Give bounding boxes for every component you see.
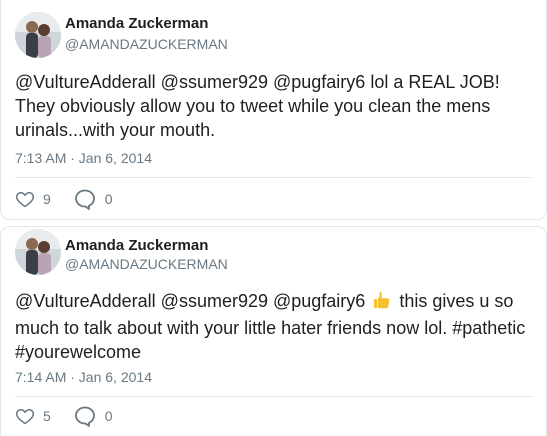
reply-button[interactable]: 0 [73, 404, 113, 428]
tweet-timestamp[interactable]: 7:14 AM · Jan 6, 2014 [15, 369, 152, 385]
heart-outline-icon [15, 189, 35, 209]
thumbs-up-icon [372, 290, 392, 316]
avatar[interactable] [15, 12, 61, 58]
author-name[interactable]: Amanda Zuckerman [65, 15, 208, 32]
reply-count: 0 [104, 191, 113, 207]
reply-button[interactable]: 0 [73, 187, 113, 211]
author-name[interactable]: Amanda Zuckerman [65, 237, 208, 254]
tweet-text-part: @VultureAdderall @ssumer929 @pugfairy6 [15, 291, 366, 311]
heart-outline-icon [15, 406, 35, 426]
divider [15, 396, 532, 397]
divider [15, 177, 532, 178]
tweet-card[interactable]: Amanda Zuckerman @AMANDAZUCKERMAN @Vultu… [0, 226, 547, 436]
tweet-actions: 9 0 [15, 186, 113, 212]
like-count: 9 [43, 191, 51, 207]
like-count: 5 [43, 408, 51, 424]
tweet-actions: 5 0 [15, 403, 113, 429]
speech-bubble-icon [73, 404, 97, 428]
avatar[interactable] [15, 229, 61, 275]
like-button[interactable]: 9 [15, 189, 51, 209]
author-handle[interactable]: @AMANDAZUCKERMAN [65, 36, 228, 52]
tweet-card[interactable]: Amanda Zuckerman @AMANDAZUCKERMAN @Vultu… [0, 0, 547, 220]
like-button[interactable]: 5 [15, 406, 51, 426]
tweet-timestamp[interactable]: 7:13 AM · Jan 6, 2014 [15, 150, 152, 166]
author-handle[interactable]: @AMANDAZUCKERMAN [65, 256, 228, 272]
tweet-text: @VultureAdderall @ssumer929 @pugfairy6 l… [15, 72, 500, 140]
speech-bubble-icon [73, 187, 97, 211]
tweet-text: @VultureAdderall @ssumer929 @pugfairy6 t… [15, 289, 530, 364]
reply-count: 0 [104, 408, 113, 424]
